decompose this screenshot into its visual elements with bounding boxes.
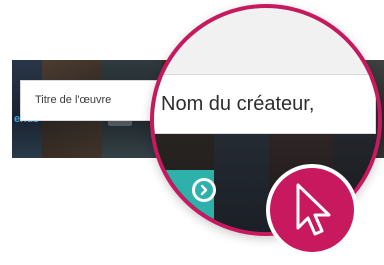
creator-name-search-input[interactable]: Nom du créateur, — [154, 74, 376, 134]
cursor-badge — [266, 164, 358, 256]
screenshot-stage: erius Titre de l'œuvre Nom du créateur, — [0, 0, 384, 265]
creator-name-placeholder: Nom du créateur, — [161, 93, 315, 115]
arrow-circle-right-icon — [192, 178, 216, 202]
artwork-title-placeholder: Titre de l'œuvre — [35, 94, 112, 106]
search-submit-button-zoomed[interactable] — [154, 170, 216, 232]
mouse-pointer-icon — [296, 183, 331, 236]
